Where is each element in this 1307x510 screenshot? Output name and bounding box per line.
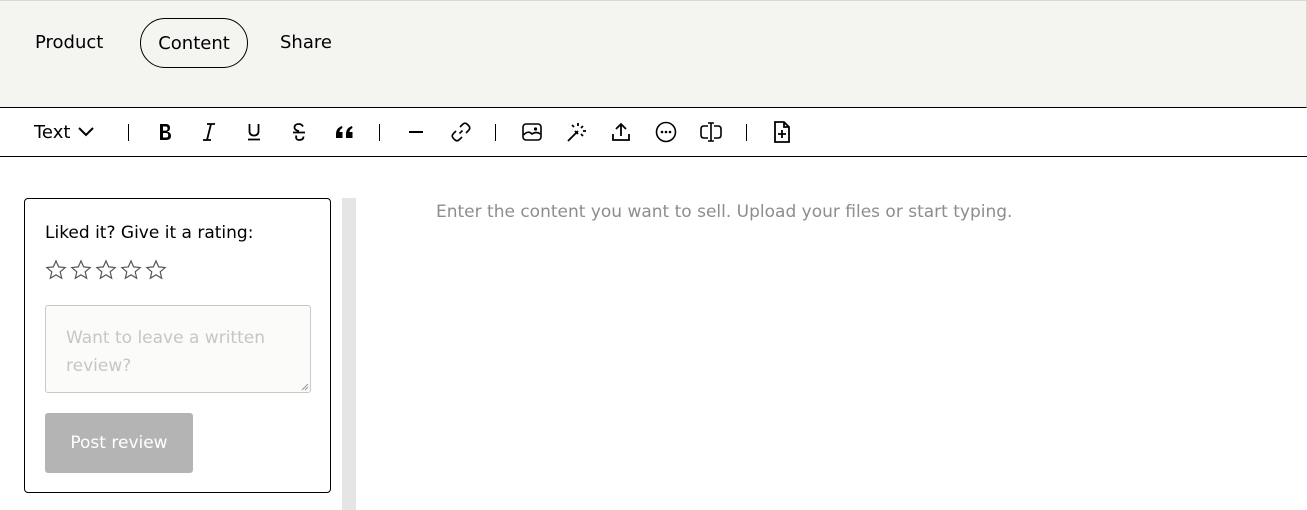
review-card: Liked it? Give it a rating: Want to leav… [24,198,331,493]
text-cursor-icon [700,122,722,142]
horizontal-rule-button[interactable] [405,108,427,156]
tab-content[interactable]: Content [140,18,248,68]
star-icon[interactable] [95,259,117,281]
underline-button[interactable] [243,108,265,156]
strikethrough-icon [293,123,305,141]
bold-button[interactable] [154,108,176,156]
upload-button[interactable] [609,108,633,156]
toolbar-divider [495,124,496,141]
bold-icon [160,124,171,140]
strikethrough-button[interactable] [288,108,310,156]
underline-icon [248,124,260,141]
text-style-dropdown[interactable]: Text [34,108,95,156]
editor-placeholder[interactable]: Enter the content you want to sell. Uplo… [436,202,1012,222]
editor-toolbar: Text [0,108,1307,157]
italic-button[interactable] [198,108,220,156]
more-button[interactable] [654,108,678,156]
resize-handle-icon[interactable] [299,381,309,391]
file-add-icon [774,121,790,143]
quote-button[interactable] [333,108,357,156]
star-rating [45,259,167,281]
star-icon[interactable] [70,259,92,281]
top-nav: Product Content Share [0,0,1307,108]
chevron-down-icon [78,127,95,137]
content-divider [342,198,356,510]
link-button[interactable] [449,108,473,156]
more-icon [655,121,677,143]
tab-product[interactable]: Product [35,18,103,68]
magic-icon [567,123,586,142]
star-icon[interactable] [145,259,167,281]
text-cursor-button[interactable] [698,108,724,156]
upload-icon [612,122,630,141]
horizontal-rule-icon [409,131,423,133]
review-title: Liked it? Give it a rating: [45,223,254,243]
toolbar-divider [379,124,380,141]
add-file-button[interactable] [771,108,793,156]
toolbar-divider [746,124,747,141]
insert-image-button[interactable] [520,108,544,156]
toolbar-divider [128,124,129,141]
magic-button[interactable] [564,108,590,156]
review-textarea[interactable]: Want to leave a written review? [45,305,311,393]
review-placeholder: Want to leave a written review? [66,328,265,376]
star-icon[interactable] [120,259,142,281]
star-icon[interactable] [45,259,67,281]
quote-icon [336,126,353,138]
text-style-label: Text [34,121,71,143]
tab-share[interactable]: Share [280,18,332,68]
post-review-button[interactable]: Post review [45,413,193,473]
image-icon [522,123,542,141]
link-icon [451,122,471,142]
italic-icon [203,123,215,141]
